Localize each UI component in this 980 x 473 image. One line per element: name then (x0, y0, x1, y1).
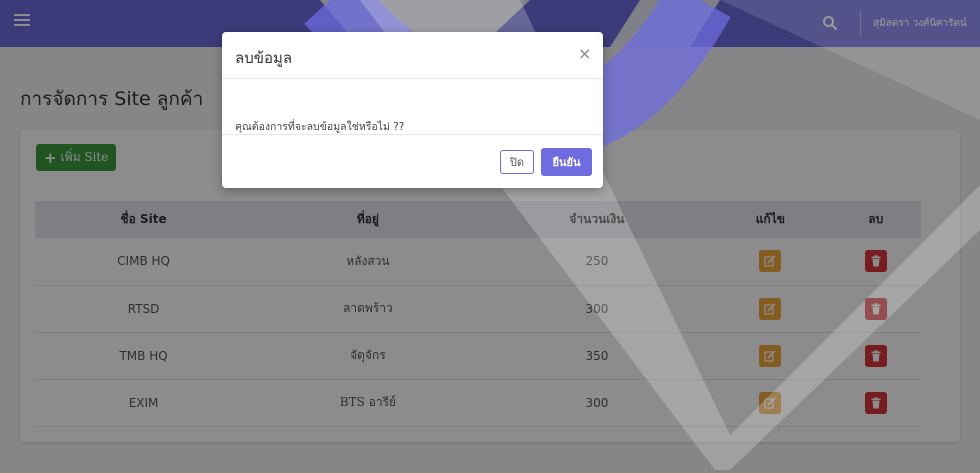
delete-confirm-modal: ลบข้อมูล × คุณต้องการที่จะลบข้อมูลใช่หรื… (222, 32, 603, 188)
modal-title: ลบข้อมูล (235, 49, 293, 67)
modal-footer: ปิด ยืนยัน (222, 134, 603, 188)
modal-message: คุณต้องการที่จะลบข้อมูลใช่หรือไม่ ?? (235, 121, 405, 133)
confirm-button[interactable]: ยืนยัน (541, 148, 592, 176)
close-icon[interactable]: × (578, 44, 591, 63)
modal-header: ลบข้อมูล × (222, 32, 603, 79)
close-button[interactable]: ปิด (500, 150, 534, 174)
